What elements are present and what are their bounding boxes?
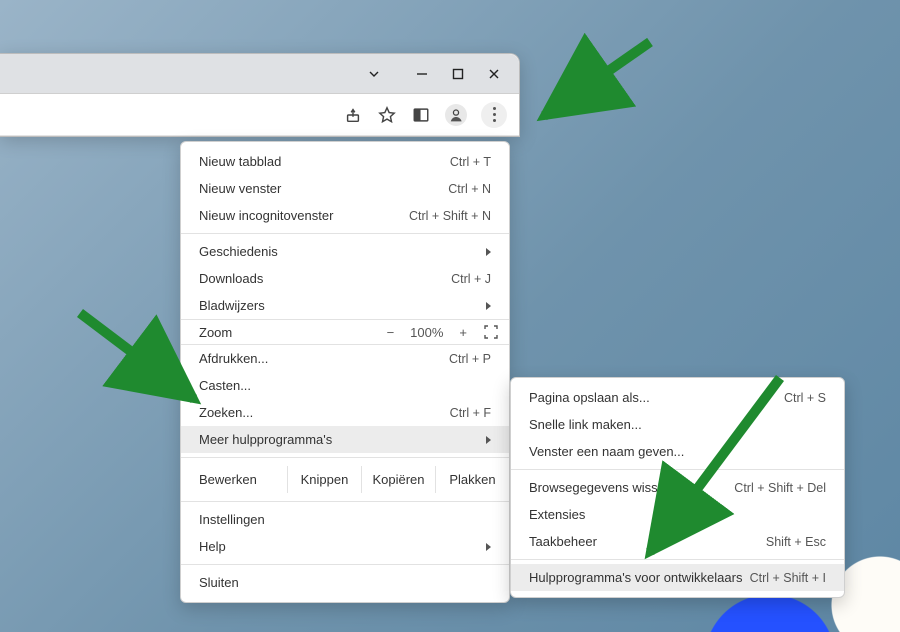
browser-toolbar — [0, 94, 519, 136]
profile-avatar-icon[interactable] — [445, 104, 467, 126]
browser-window — [0, 53, 520, 137]
menu-item-history[interactable]: Geschiedenis — [181, 238, 509, 265]
menu-separator — [181, 457, 509, 458]
close-button[interactable] — [487, 67, 501, 81]
menu-item-bookmarks[interactable]: Bladwijzers — [181, 292, 509, 319]
menu-item-print[interactable]: Afdrukken...Ctrl + P — [181, 345, 509, 372]
menu-item-help[interactable]: Help — [181, 533, 509, 560]
menu-item-find[interactable]: Zoeken...Ctrl + F — [181, 399, 509, 426]
edit-label: Bewerken — [199, 472, 287, 487]
chrome-main-menu: Nieuw tabbladCtrl + T Nieuw vensterCtrl … — [180, 141, 510, 603]
window-titlebar — [0, 54, 519, 94]
minimize-button[interactable] — [415, 67, 429, 81]
tab-chevron-icon[interactable] — [367, 67, 381, 81]
chevron-right-icon — [486, 302, 491, 310]
menu-zoom-row: Zoom − 100% + — [181, 319, 509, 345]
annotation-arrow — [530, 32, 660, 132]
menu-separator — [181, 501, 509, 502]
zoom-in-button[interactable]: + — [459, 325, 467, 340]
annotation-arrow — [70, 303, 210, 413]
menu-item-cast[interactable]: Casten... — [181, 372, 509, 399]
menu-item-more-tools[interactable]: Meer hulpprogramma's — [181, 426, 509, 453]
side-panel-icon[interactable] — [411, 105, 431, 125]
menu-edit-row: Bewerken Knippen Kopiëren Plakken — [181, 462, 509, 497]
menu-item-new-tab[interactable]: Nieuw tabbladCtrl + T — [181, 148, 509, 175]
chrome-menu-button[interactable] — [481, 102, 507, 128]
edit-cut-button[interactable]: Knippen — [287, 466, 361, 493]
maximize-button[interactable] — [451, 67, 465, 81]
zoom-value: 100% — [410, 325, 443, 340]
fullscreen-icon[interactable] — [483, 324, 499, 340]
zoom-label: Zoom — [199, 325, 387, 340]
kebab-icon — [493, 107, 496, 122]
edit-paste-button[interactable]: Plakken — [435, 466, 509, 493]
menu-item-settings[interactable]: Instellingen — [181, 506, 509, 533]
menu-separator — [181, 233, 509, 234]
menu-item-new-window[interactable]: Nieuw vensterCtrl + N — [181, 175, 509, 202]
annotation-arrow — [630, 370, 790, 570]
chevron-right-icon — [486, 543, 491, 551]
edit-copy-button[interactable]: Kopiëren — [361, 466, 435, 493]
zoom-out-button[interactable]: − — [387, 325, 395, 340]
menu-item-exit[interactable]: Sluiten — [181, 569, 509, 596]
bookmark-star-icon[interactable] — [377, 105, 397, 125]
share-icon[interactable] — [343, 105, 363, 125]
menu-item-downloads[interactable]: DownloadsCtrl + J — [181, 265, 509, 292]
menu-separator — [181, 564, 509, 565]
menu-item-new-incognito[interactable]: Nieuw incognitovensterCtrl + Shift + N — [181, 202, 509, 229]
chevron-right-icon — [486, 248, 491, 256]
chevron-right-icon — [486, 436, 491, 444]
